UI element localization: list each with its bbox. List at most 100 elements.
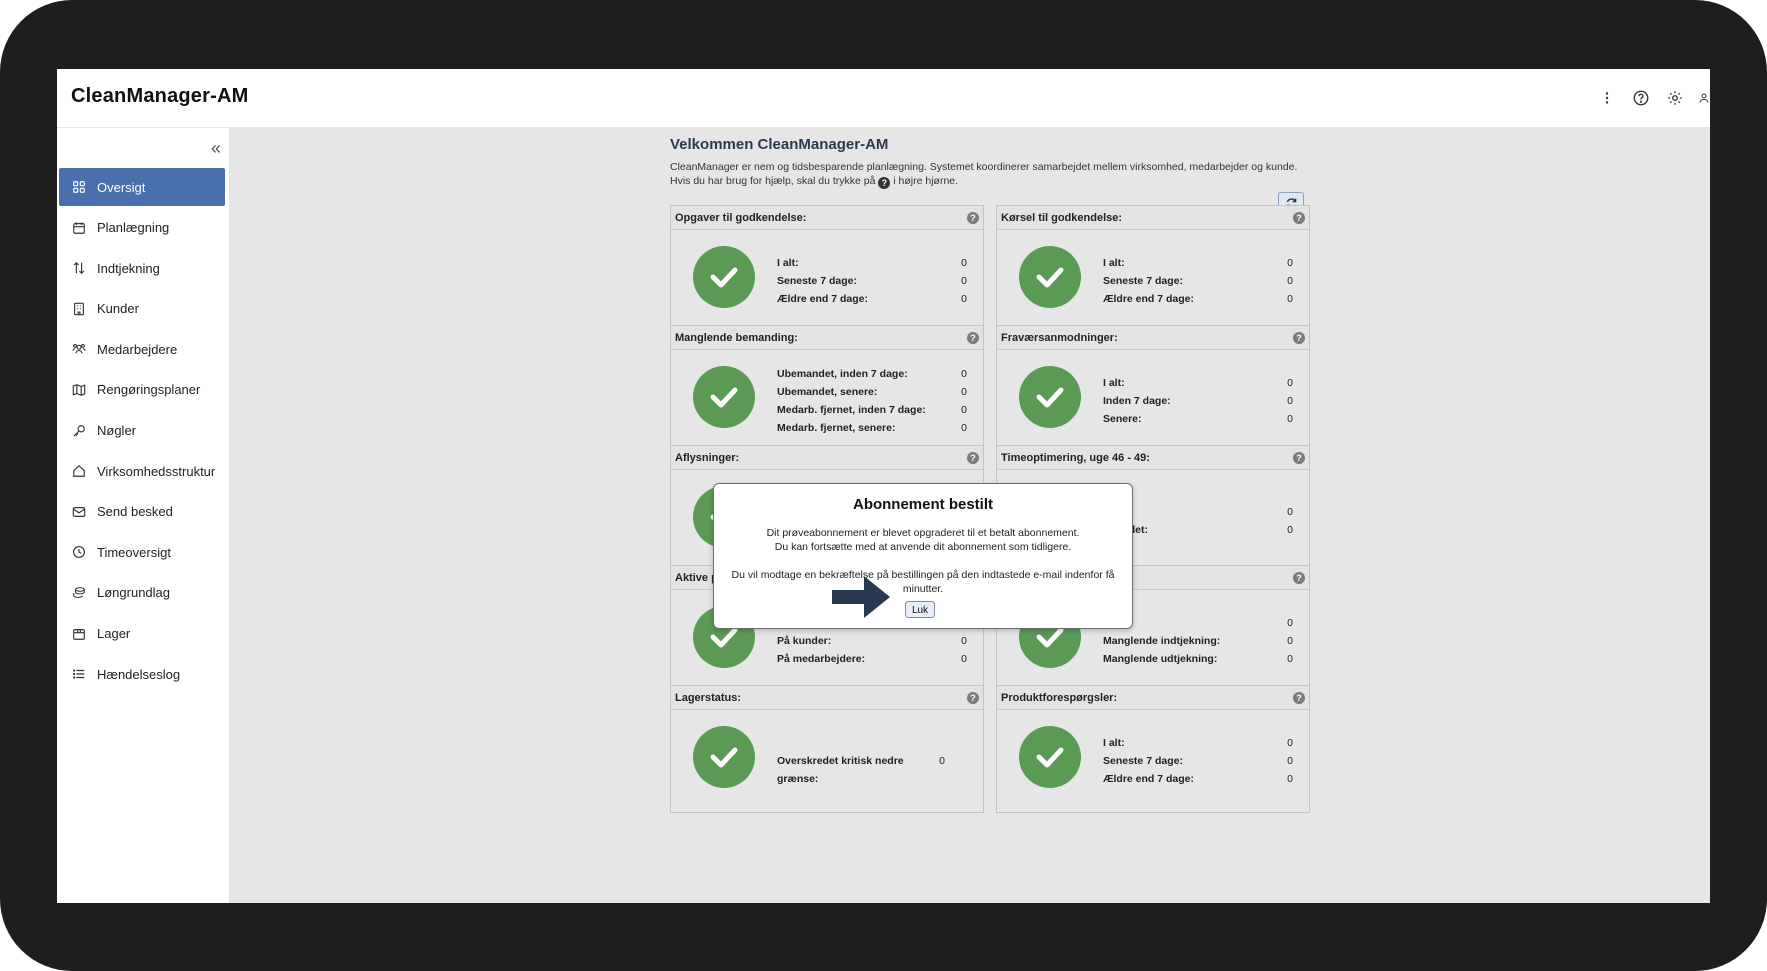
card-title: Aflysninger: <box>675 451 740 464</box>
stat-row: Medarb. fjernet, senere: 0 <box>777 419 967 437</box>
checkmark-icon <box>693 366 755 428</box>
stat-row: I alt: 0 <box>1103 734 1293 752</box>
help-circle-icon[interactable] <box>1630 87 1652 109</box>
help-icon: ? <box>878 177 891 189</box>
sidebar-item-lager[interactable]: Lager <box>59 615 225 653</box>
dashboard-card: Fraværsanmodninger:? I alt: 0 Inden 7 dage:… <box>996 325 1310 453</box>
sidebar-item-label: Virksomhedsstruktur <box>97 463 216 479</box>
dashboard-card: Opgaver til godkendelse:? I alt: 0 Seneste … <box>670 205 984 333</box>
card-title: Manglende bemanding: <box>675 331 798 344</box>
stat-label: Ældre end 7 dage: <box>1103 772 1195 785</box>
stat-value: 0 <box>961 403 967 416</box>
card-header: Manglende bemanding:? <box>671 326 983 350</box>
help-icon[interactable]: ? <box>1293 691 1305 704</box>
coins-icon <box>71 585 87 601</box>
toolbar-icons <box>1584 87 1710 109</box>
stat-row: I alt: 0 <box>1103 374 1293 392</box>
settings-gear-icon[interactable] <box>1664 87 1686 109</box>
stat-row: Ældre end 7 dage: 0 <box>1103 770 1293 788</box>
card-header: Produktforespørgsler:? <box>997 686 1309 710</box>
stat-value: 0 <box>1287 394 1293 407</box>
sidebar-item-rengoeringsplaner[interactable]: Rengøringsplaner <box>59 371 225 409</box>
sidebar-item-label: Hændelseslog <box>97 666 181 682</box>
card-title: Lagerstatus: <box>675 691 742 704</box>
card-header: Fraværsanmodninger:? <box>997 326 1309 350</box>
checkmark-icon <box>693 726 755 788</box>
user-icon[interactable] <box>1698 87 1710 109</box>
sidebar-item-kunder[interactable]: Kunder <box>59 290 225 328</box>
stat-label: Overskredet kritisk nedre grænse: <box>777 754 904 785</box>
stat-value: 0 <box>1287 274 1293 287</box>
stat-row: Ældre end 7 dage: 0 <box>777 290 967 308</box>
stat-label: Seneste 7 dage: <box>1103 274 1183 287</box>
grid-icon <box>71 179 87 195</box>
stat-label: I alt: <box>777 256 799 269</box>
stat-row: I alt: 0 <box>777 254 967 272</box>
help-icon[interactable]: ? <box>967 331 979 344</box>
stat-row: Medarb. fjernet, inden 7 dage: 0 <box>777 401 967 419</box>
modal-body: Dit prøveabonnement er blevet opgraderet… <box>724 526 1122 596</box>
help-icon[interactable]: ? <box>967 211 979 224</box>
card-stats: I alt: 0 Seneste 7 dage: 0 Ældre end 7 dage:… <box>777 254 967 308</box>
sidebar-item-noegler[interactable]: Nøgler <box>59 412 225 450</box>
sidebar-item-timeoversigt[interactable]: Timeoversigt <box>59 533 225 571</box>
welcome-line-2-start: Hvis du har brug for hjælp, skal du tryk… <box>670 175 876 187</box>
stat-value: 0 <box>961 367 967 380</box>
card-title: Timeoptimering, uge 46 - 49: <box>1001 451 1150 464</box>
stat-value: 0 <box>939 754 945 767</box>
stat-row: Senere: 0 <box>1103 410 1293 428</box>
sidebar-item-label: Timeoversigt <box>97 544 171 560</box>
welcome-line-2-end: i højre hjørne. <box>893 175 959 187</box>
sidebar-item-planlaegning[interactable]: Planlægning <box>59 209 225 247</box>
stat-label: I alt: <box>1103 376 1125 389</box>
help-icon[interactable]: ? <box>967 451 979 464</box>
help-icon[interactable]: ? <box>1293 211 1305 224</box>
help-icon[interactable]: ? <box>1293 571 1305 584</box>
stat-row: Seneste 7 dage: 0 <box>1103 272 1293 290</box>
mail-icon <box>71 504 87 520</box>
checkmark-icon <box>1019 726 1081 788</box>
sidebar-item-label: Planlægning <box>97 220 170 236</box>
collapse-sidebar-button[interactable]: « <box>211 138 221 159</box>
sidebar-item-virksomhedsstruktur[interactable]: Virksomhedsstruktur <box>59 452 225 490</box>
sidebar-item-oversigt[interactable]: Oversigt <box>59 168 225 206</box>
box-icon <box>71 626 87 642</box>
modal-title: Abonnement bestilt <box>852 496 993 513</box>
stat-label: Seneste 7 dage: <box>1103 754 1183 767</box>
help-icon[interactable]: ? <box>1293 451 1305 464</box>
stat-value: 0 <box>1287 412 1293 425</box>
sidebar-item-label: Nøgler <box>97 423 137 439</box>
card-header: Kørsel til godkendelse:? <box>997 206 1309 230</box>
sidebar-item-label: Medarbejdere <box>97 341 178 357</box>
card-stats: Overskredet kritisk nedre grænse: 0 <box>777 752 945 785</box>
stat-label: På kunder: <box>777 634 832 647</box>
stat-row: Ubemandet, senere: 0 <box>777 383 967 401</box>
stat-row: Ubemandet, inden 7 dage: 0 <box>777 365 967 383</box>
stat-value: 0 <box>961 274 967 287</box>
dashboard-card: Lagerstatus:? Overskredet kritisk nedre g… <box>670 685 984 813</box>
arrows-updown-icon <box>71 260 87 276</box>
sidebar-item-medarbejdere[interactable]: Medarbejdere <box>59 330 225 368</box>
stat-value: 0 <box>1287 376 1293 389</box>
sidebar-item-send-besked[interactable]: Send besked <box>59 493 225 531</box>
app-title: CleanManager-AM <box>71 85 249 107</box>
subscription-modal: Abonnement bestilt Dit prøveabonnement e… <box>713 483 1133 629</box>
help-icon[interactable]: ? <box>1293 331 1305 344</box>
card-title: Fraværsanmodninger: <box>1001 331 1118 344</box>
card-stats: Ubemandet, inden 7 dage: 0 Ubemandet, sene… <box>777 365 967 437</box>
sidebar-item-label: Send besked <box>97 504 173 520</box>
help-icon[interactable]: ? <box>967 691 979 704</box>
checkmark-icon <box>693 246 755 308</box>
card-stats: I alt: 0 Seneste 7 dage: 0 Ældre end 7 dage:… <box>1103 734 1293 788</box>
stat-value: 0 <box>1287 616 1293 629</box>
stat-row: Seneste 7 dage: 0 <box>1103 752 1293 770</box>
arrow-pointer-icon <box>832 576 890 618</box>
sidebar-item-haendelseslog[interactable]: Hændelseslog <box>59 655 225 693</box>
sidebar-item-loengrundlag[interactable]: Løngrundlag <box>59 574 225 612</box>
sidebar-item-indtjekning[interactable]: Indtjekning <box>59 249 225 287</box>
checkmark-icon <box>1019 246 1081 308</box>
welcome-line-1: CleanManager er nem og tidsbesparende pl… <box>670 161 1298 173</box>
close-button[interactable]: Luk <box>905 601 935 618</box>
sidebar-item-label: Oversigt <box>97 179 146 195</box>
more-vertical-icon[interactable] <box>1596 87 1618 109</box>
